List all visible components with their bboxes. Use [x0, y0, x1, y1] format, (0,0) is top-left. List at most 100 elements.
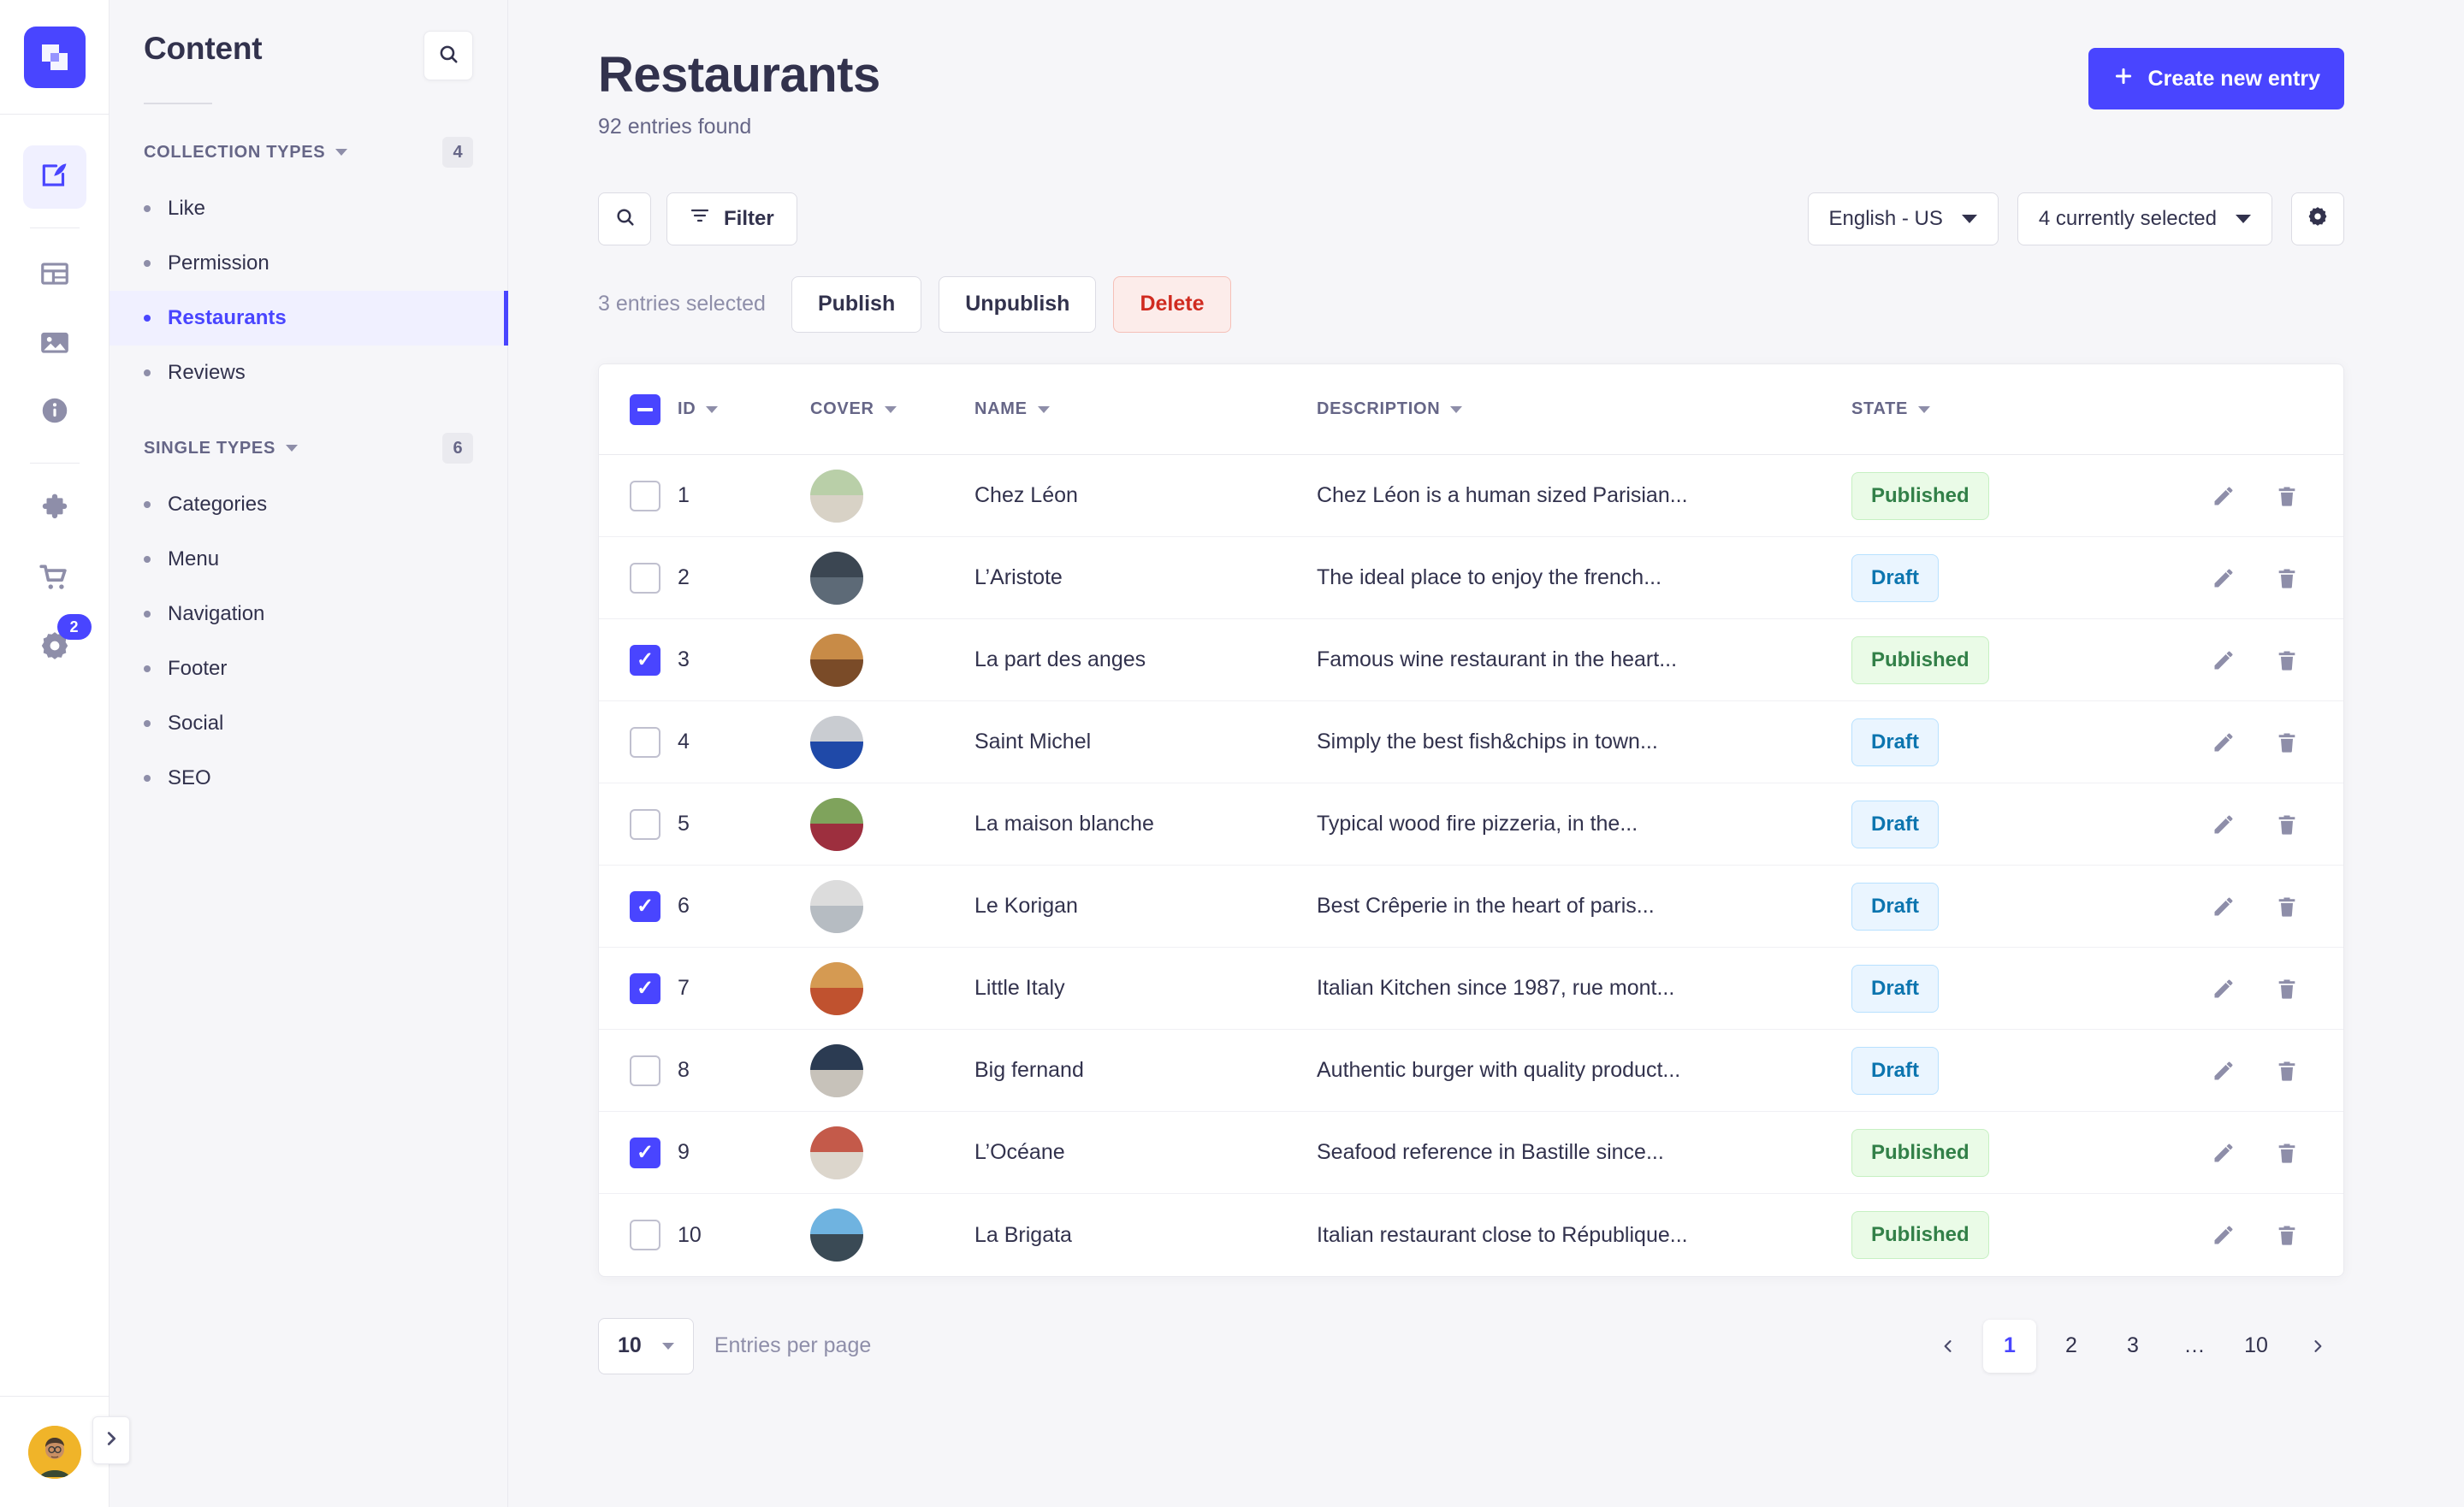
- unpublish-button[interactable]: Unpublish: [939, 275, 1097, 333]
- trash-icon[interactable]: [2275, 730, 2299, 754]
- rail-item-plugins[interactable]: [23, 479, 86, 542]
- pencil-icon[interactable]: [2212, 977, 2236, 1001]
- rail-item-settings[interactable]: 2: [23, 614, 92, 679]
- pencil-icon[interactable]: [2212, 730, 2236, 754]
- check-icon: ✓: [636, 894, 654, 918]
- sidebar-item-seo[interactable]: SEO: [110, 751, 507, 806]
- pencil-icon[interactable]: [2212, 484, 2236, 508]
- sidebar-item-reviews[interactable]: Reviews: [110, 346, 507, 400]
- media-library-image-icon: [38, 326, 71, 363]
- expand-sidebar-button[interactable]: [92, 1416, 130, 1464]
- pagination-page-3[interactable]: 3: [2106, 1320, 2159, 1373]
- fields-select[interactable]: 4 currently selected: [2017, 192, 2272, 245]
- row-checkbox[interactable]: [630, 480, 660, 511]
- locale-select[interactable]: English - US: [1807, 192, 1999, 245]
- pencil-icon[interactable]: [2212, 1059, 2236, 1083]
- sidebar-item-menu[interactable]: Menu: [110, 532, 507, 587]
- sidebar-item-permission[interactable]: Permission: [110, 236, 507, 291]
- pencil-icon[interactable]: [2212, 1223, 2236, 1247]
- select-all-checkbox[interactable]: [630, 393, 660, 425]
- rail-item-documentation[interactable]: [23, 381, 86, 444]
- table-row[interactable]: 8 Big fernand Authentic burger with qualit…: [599, 1029, 2343, 1113]
- pencil-icon[interactable]: [2212, 813, 2236, 836]
- trash-icon[interactable]: [2275, 484, 2299, 508]
- rail-item-marketplace[interactable]: [23, 547, 86, 611]
- cell-description: Typical wood fire pizzeria, in the...: [1317, 783, 1851, 866]
- row-checkbox[interactable]: ✓: [630, 890, 660, 922]
- trash-icon[interactable]: [2275, 648, 2299, 672]
- cell-state: Draft: [1851, 783, 2087, 866]
- row-checkbox[interactable]: ✓: [630, 644, 660, 676]
- sidebar-item-social[interactable]: Social: [110, 696, 507, 751]
- sidebar-item-categories[interactable]: Categories: [110, 477, 507, 532]
- trash-icon[interactable]: [2275, 1059, 2299, 1083]
- table-row[interactable]: ✓ 3 La part des anges Famous wine restauran…: [599, 618, 2343, 702]
- documentation-info-icon: [38, 394, 71, 431]
- content-type-builder-layout-icon: [38, 257, 71, 294]
- sidebar-search-button[interactable]: [424, 31, 473, 80]
- column-header-name[interactable]: NAME: [974, 363, 1317, 456]
- cell-cover: [810, 454, 974, 538]
- column-header-description[interactable]: DESCRIPTION: [1317, 363, 1851, 456]
- pagination-page-1[interactable]: 1: [1983, 1319, 2036, 1373]
- cell-cover: [810, 865, 974, 949]
- table-row[interactable]: 5 La maison blanche Typical wood fire pizz…: [599, 783, 2343, 866]
- bulk-actions-row: 3 entries selected Publish Unpublish Del…: [598, 275, 2344, 333]
- search-button[interactable]: [598, 192, 651, 245]
- column-header-cover[interactable]: COVER: [810, 363, 974, 456]
- pencil-icon[interactable]: [2212, 566, 2236, 590]
- trash-icon[interactable]: [2275, 977, 2299, 1001]
- entries-per-page-select[interactable]: 10: [598, 1317, 694, 1374]
- table-row[interactable]: 10 La Brigata Italian restaurant close to …: [599, 1194, 2343, 1276]
- rail-item-content-type-builder[interactable]: [23, 244, 86, 307]
- table-row[interactable]: 1 Chez Léon Chez Léon is a human sized Par…: [599, 454, 2343, 538]
- sidebar-item-like[interactable]: Like: [110, 181, 507, 236]
- sidebar-item-footer[interactable]: Footer: [110, 641, 507, 696]
- table-row[interactable]: 2 L’Aristote The ideal place to enjoy the …: [599, 536, 2343, 620]
- avatar[interactable]: [28, 1425, 81, 1479]
- row-checkbox[interactable]: [630, 808, 660, 840]
- row-checkbox[interactable]: [630, 562, 660, 594]
- pagination-page-2[interactable]: 2: [2045, 1320, 2098, 1373]
- pencil-icon[interactable]: [2212, 895, 2236, 919]
- chevron-down-icon: [2236, 214, 2251, 223]
- cell-id: 5: [678, 783, 810, 866]
- row-checkbox[interactable]: [630, 726, 660, 758]
- rail-item-media-library[interactable]: [23, 312, 86, 375]
- pagination-page-10[interactable]: 10: [2230, 1320, 2283, 1373]
- column-header-id[interactable]: ID: [678, 363, 810, 456]
- sidebar-item-restaurants[interactable]: Restaurants: [110, 291, 508, 346]
- sidebar-item-navigation[interactable]: Navigation: [110, 587, 507, 641]
- filter-button[interactable]: Filter: [666, 192, 797, 245]
- trash-icon[interactable]: [2275, 1141, 2299, 1165]
- strapi-logo-icon[interactable]: [23, 26, 86, 88]
- table-row[interactable]: ✓ 9 L’Océane Seafood reference in Bastille …: [599, 1111, 2343, 1195]
- rail-item-content-manager[interactable]: [22, 145, 86, 209]
- pencil-icon[interactable]: [2212, 648, 2236, 672]
- pagination-next[interactable]: [2291, 1320, 2344, 1373]
- create-new-entry-button[interactable]: Create new entry: [2088, 48, 2344, 109]
- table-row[interactable]: 4 Saint Michel Simply the best fish&chips …: [599, 700, 2343, 784]
- pagination-prev[interactable]: [1922, 1320, 1975, 1373]
- publish-button[interactable]: Publish: [791, 275, 922, 333]
- trash-icon[interactable]: [2275, 895, 2299, 919]
- row-checkbox[interactable]: ✓: [630, 1137, 660, 1168]
- status-badge: Draft: [1851, 718, 1940, 766]
- trash-icon[interactable]: [2275, 813, 2299, 836]
- delete-button[interactable]: Delete: [1113, 275, 1231, 333]
- table-row[interactable]: ✓ 6 Le Korigan Best Crêperie in the heart o…: [599, 865, 2343, 949]
- row-checkbox[interactable]: ✓: [630, 972, 660, 1004]
- single-types-header[interactable]: SINGLE TYPES 6: [110, 429, 507, 467]
- pencil-icon[interactable]: [2212, 1141, 2236, 1165]
- trash-icon[interactable]: [2275, 566, 2299, 590]
- row-checkbox[interactable]: [630, 1055, 660, 1086]
- row-checkbox[interactable]: [630, 1220, 660, 1251]
- bullet-icon: [144, 501, 151, 508]
- trash-icon[interactable]: [2275, 1223, 2299, 1247]
- cover-thumbnail: [810, 797, 863, 851]
- collection-types-header[interactable]: COLLECTION TYPES 4: [110, 133, 507, 171]
- view-settings-button[interactable]: [2291, 192, 2344, 245]
- column-header-state[interactable]: STATE: [1851, 363, 2087, 456]
- table-row[interactable]: ✓ 7 Little Italy Italian Kitchen since 1987…: [599, 947, 2343, 1031]
- status-badge: Draft: [1851, 882, 1940, 931]
